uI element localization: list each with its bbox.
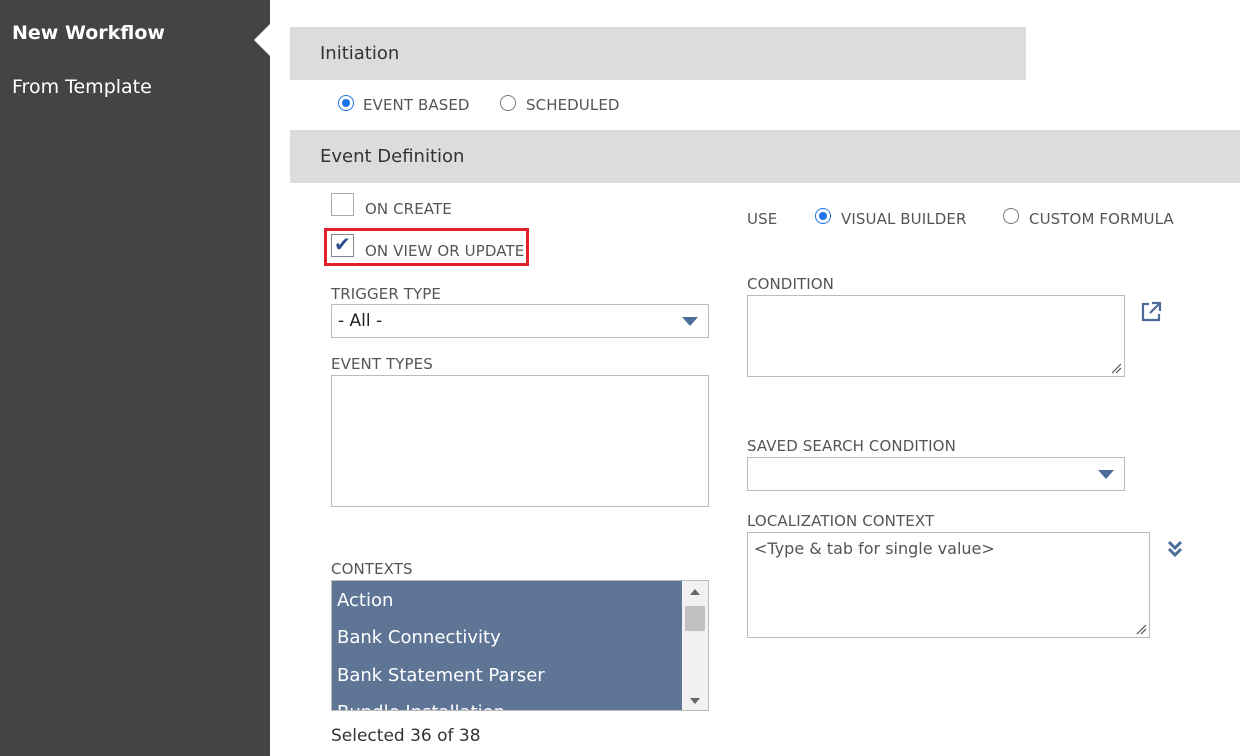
radio-label-event-based: EVENT BASED: [363, 96, 470, 114]
double-chevron-down-icon[interactable]: [1166, 540, 1184, 558]
event-types-list[interactable]: [331, 375, 709, 507]
scroll-down-icon[interactable]: [690, 698, 700, 704]
list-item[interactable]: Bundle Installation: [337, 702, 505, 710]
chevron-down-icon: [1098, 470, 1114, 479]
radio-scheduled[interactable]: [500, 95, 516, 111]
sidebar-item-new-workflow[interactable]: New Workflow: [12, 22, 165, 44]
contexts-multiselect[interactable]: Action Bank Connectivity Bank Statement …: [331, 580, 709, 711]
chevron-down-icon: [682, 317, 698, 326]
event-types-label: EVENT TYPES: [331, 355, 433, 373]
radio-custom-formula[interactable]: [1003, 208, 1019, 224]
sidebar: New Workflow From Template: [0, 0, 270, 756]
sidebar-item-from-template[interactable]: From Template: [12, 76, 152, 98]
trigger-type-label: TRIGGER TYPE: [331, 285, 441, 303]
section-title-event-definition: Event Definition: [320, 146, 465, 167]
active-indicator: [254, 24, 270, 56]
scroll-up-icon[interactable]: [690, 589, 700, 595]
section-header-initiation: Initiation: [290, 27, 1026, 80]
condition-label: CONDITION: [747, 275, 834, 293]
contexts-label: CONTEXTS: [331, 560, 413, 578]
scrollbar-thumb[interactable]: [685, 606, 705, 631]
saved-search-condition-select[interactable]: [747, 457, 1125, 491]
localization-context-input[interactable]: <Type & tab for single value>: [747, 532, 1150, 638]
list-item[interactable]: Bank Statement Parser: [337, 665, 545, 686]
section-header-event-definition: Event Definition: [290, 130, 1240, 183]
list-item[interactable]: Action: [337, 590, 393, 611]
use-label: USE: [747, 210, 778, 228]
on-create-label: ON CREATE: [365, 200, 452, 218]
radio-label-custom-formula: CUSTOM FORMULA: [1029, 210, 1174, 228]
scrollbar[interactable]: [682, 581, 708, 710]
trigger-type-value: - All -: [338, 311, 383, 331]
resize-grip-icon[interactable]: [1110, 362, 1122, 374]
radio-visual-builder[interactable]: [815, 208, 831, 224]
radio-label-scheduled: SCHEDULED: [526, 96, 620, 114]
localization-context-label: LOCALIZATION CONTEXT: [747, 512, 935, 530]
contexts-selected-count: Selected 36 of 38: [331, 726, 481, 746]
list-item[interactable]: Bank Connectivity: [337, 627, 501, 648]
contexts-selected-area: Action Bank Connectivity Bank Statement …: [332, 581, 683, 710]
open-external-icon[interactable]: [1139, 300, 1163, 324]
radio-label-visual-builder: VISUAL BUILDER: [841, 210, 967, 228]
highlight-box: [324, 228, 529, 266]
trigger-type-select[interactable]: - All -: [331, 304, 709, 338]
radio-event-based[interactable]: [338, 95, 354, 111]
on-create-checkbox[interactable]: [331, 193, 354, 216]
resize-grip-icon[interactable]: [1135, 623, 1147, 635]
localization-context-placeholder: <Type & tab for single value>: [754, 539, 995, 558]
saved-search-condition-label: SAVED SEARCH CONDITION: [747, 437, 956, 455]
section-title-initiation: Initiation: [320, 43, 400, 64]
condition-textarea[interactable]: [747, 295, 1125, 377]
